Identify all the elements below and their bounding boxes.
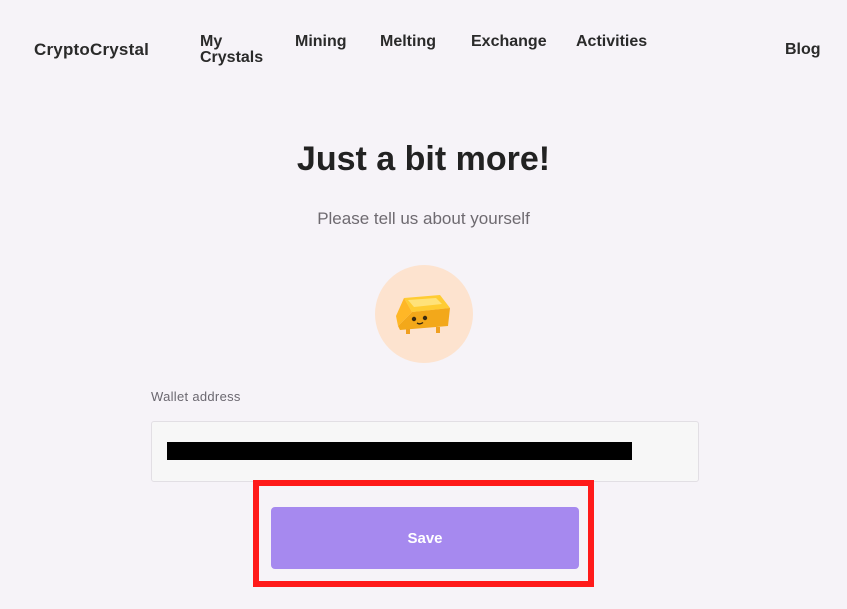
avatar bbox=[375, 265, 473, 363]
nav-exchange[interactable]: Exchange bbox=[471, 34, 547, 50]
nav-my-crystals[interactable]: My Crystals bbox=[200, 34, 270, 66]
nav-melting[interactable]: Melting bbox=[380, 34, 436, 50]
wallet-address-input[interactable] bbox=[151, 421, 699, 482]
gold-bar-character-icon bbox=[396, 295, 450, 334]
save-button[interactable]: Save bbox=[271, 507, 579, 569]
nav-mining[interactable]: Mining bbox=[295, 34, 347, 50]
page-subtitle: Please tell us about yourself bbox=[317, 209, 530, 228]
wallet-address-label: Wallet address bbox=[151, 389, 241, 404]
brand-logo-link[interactable]: CryptoCrystal bbox=[34, 40, 149, 60]
top-nav: CryptoCrystal My Crystals Mining Melting… bbox=[0, 0, 847, 90]
redacted-wallet-value bbox=[167, 442, 632, 460]
page-title: Just a bit more! bbox=[296, 140, 551, 178]
nav-activities[interactable]: Activities bbox=[576, 34, 647, 50]
nav-blog[interactable]: Blog bbox=[785, 42, 821, 58]
